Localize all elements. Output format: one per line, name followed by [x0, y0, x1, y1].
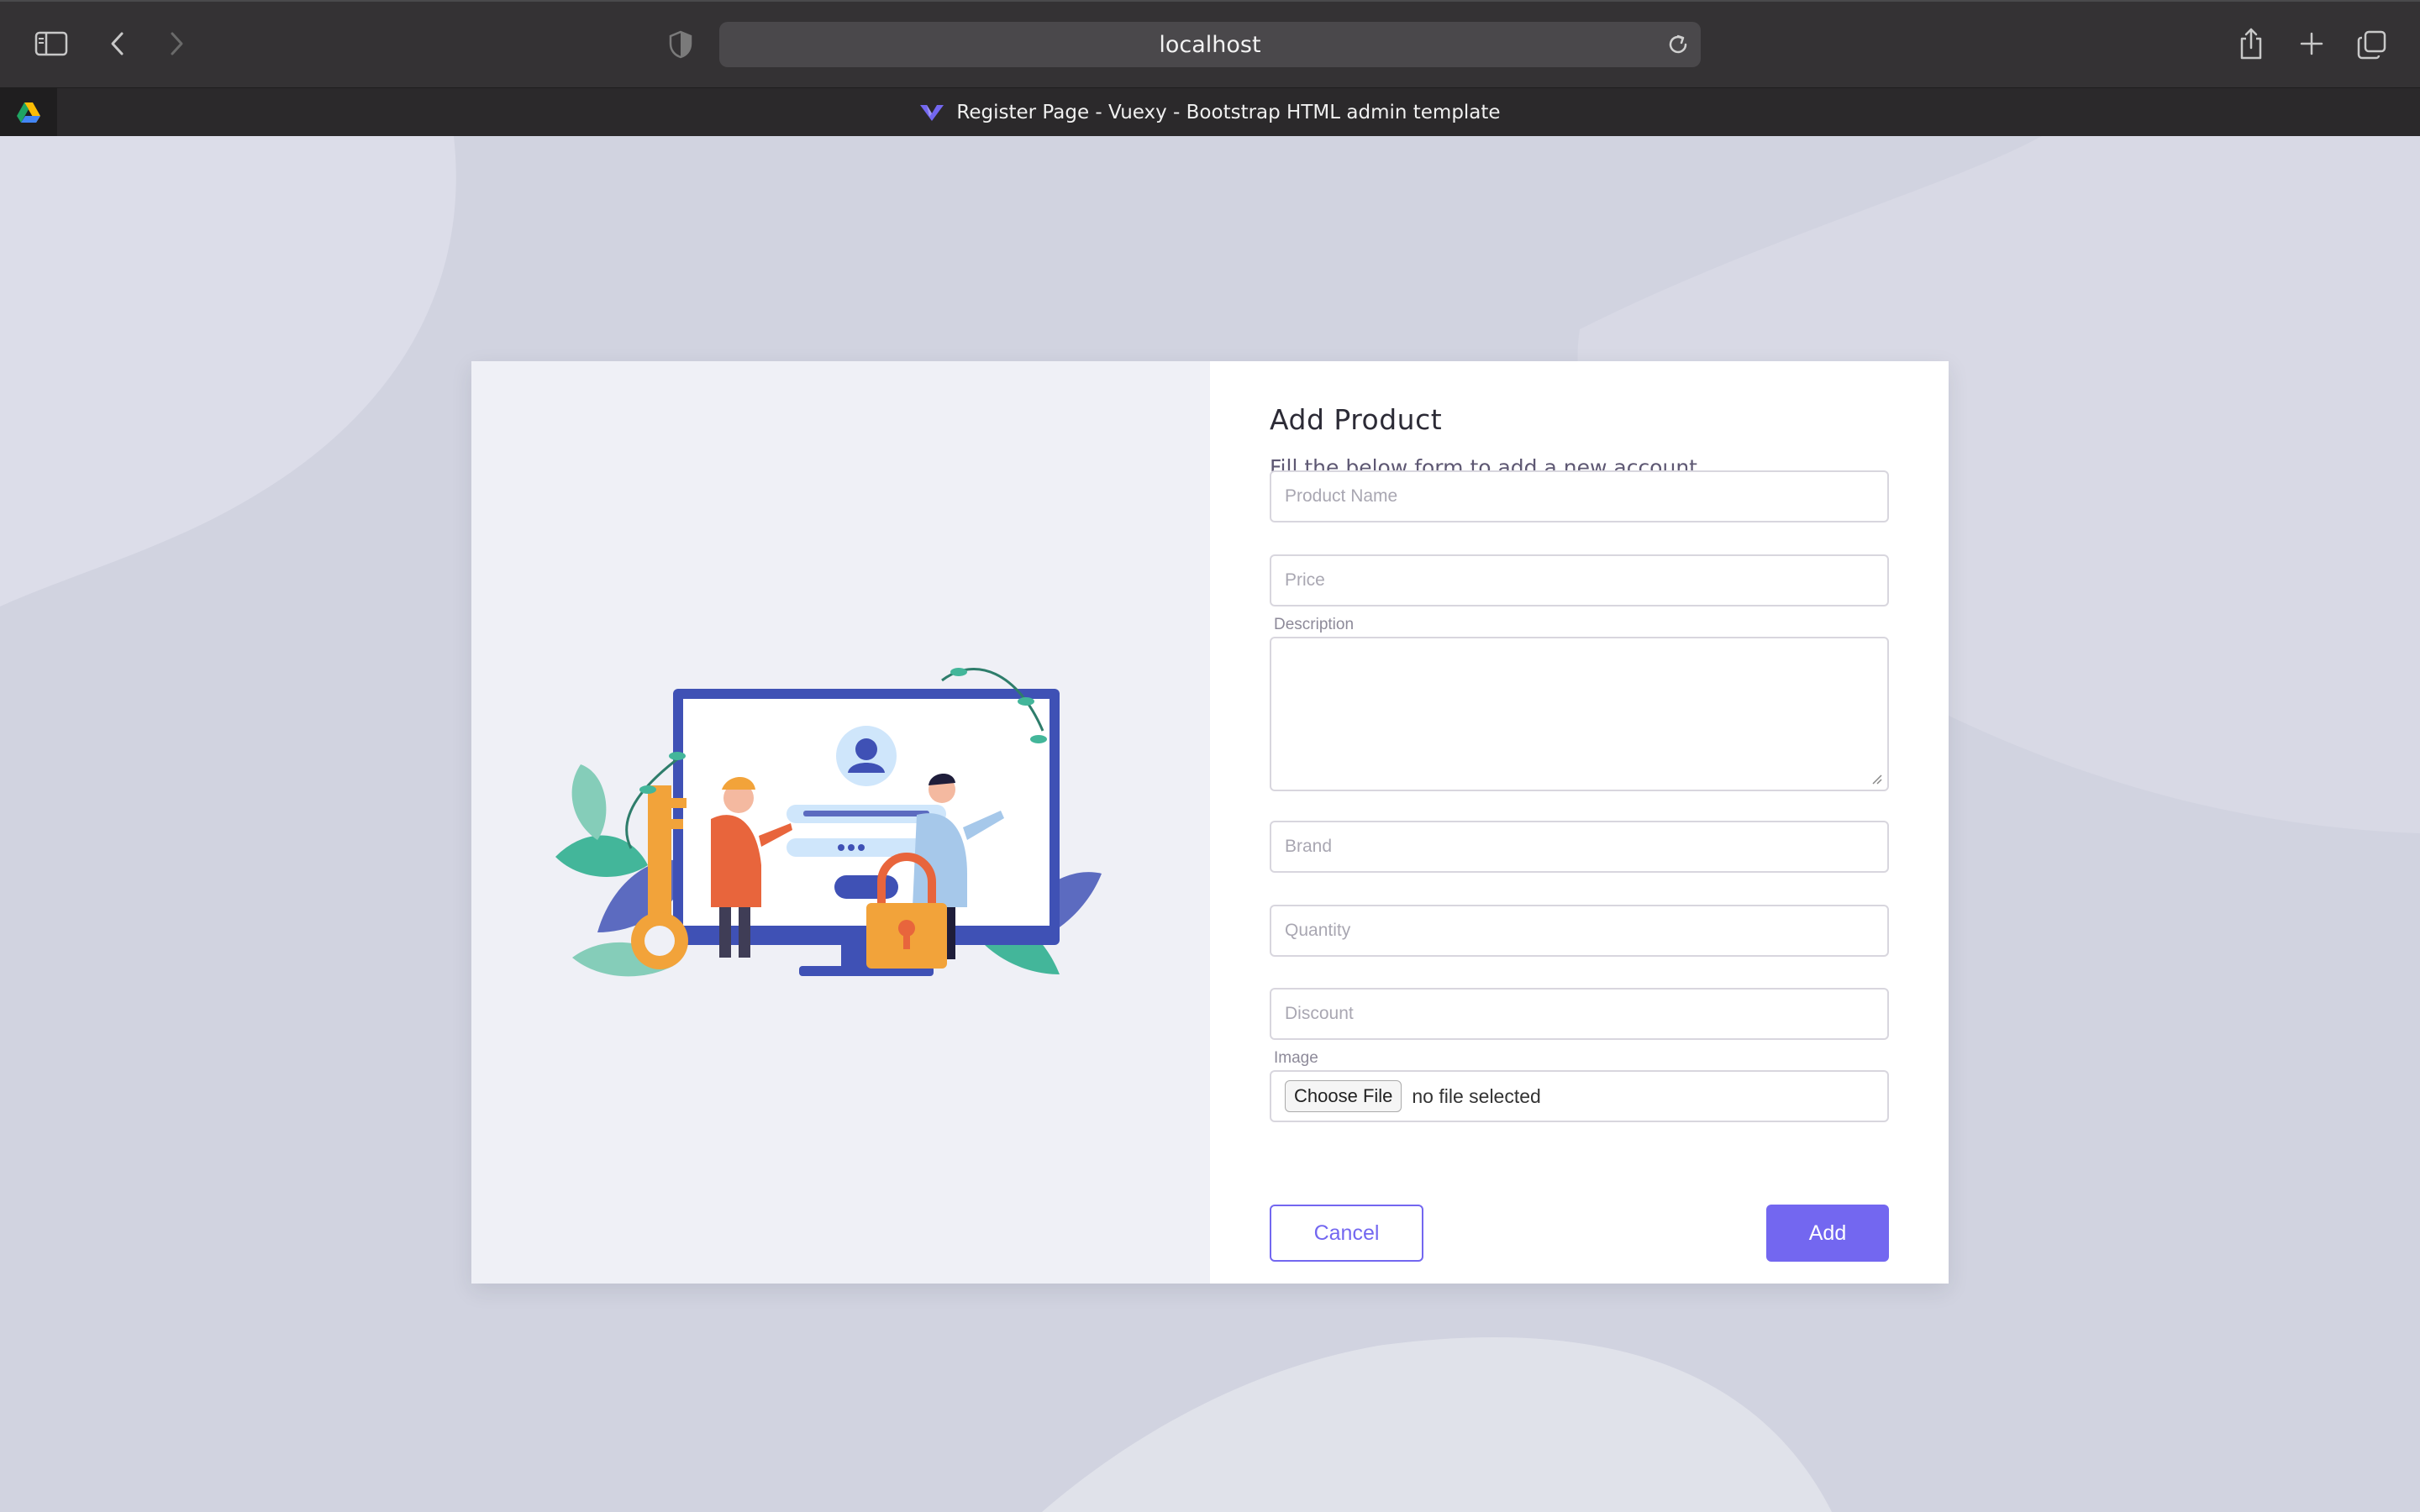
new-tab-icon[interactable] [2297, 29, 2326, 59]
address-bar[interactable]: localhost [719, 22, 1701, 67]
product-name-field [1270, 470, 1889, 522]
description-field: Description [1270, 613, 1889, 791]
vuexy-logo-icon [920, 105, 944, 121]
product-name-input[interactable] [1270, 470, 1889, 522]
register-illustration [555, 668, 1102, 977]
quantity-field [1270, 905, 1889, 957]
brand-field [1270, 821, 1889, 873]
file-status-text: no file selected [1412, 1084, 1541, 1107]
brand-input[interactable] [1270, 821, 1889, 873]
back-icon[interactable] [106, 29, 129, 59]
image-field: Image Choose File no file selected [1270, 1047, 1889, 1122]
active-tab[interactable]: Register Page - Vuexy - Bootstrap HTML a… [0, 88, 2420, 137]
image-label: Image [1274, 1049, 1318, 1067]
browser-toolbar: localhost [0, 0, 2420, 87]
sidebar-icon[interactable] [34, 29, 69, 59]
discount-input[interactable] [1270, 988, 1889, 1040]
share-icon[interactable] [2237, 25, 2265, 62]
forward-icon[interactable] [165, 29, 188, 59]
choose-file-button[interactable]: Choose File [1285, 1080, 1402, 1112]
tab-title-text: Register Page - Vuexy - Bootstrap HTML a… [956, 102, 1501, 123]
cancel-button[interactable]: Cancel [1270, 1205, 1423, 1262]
description-label: Description [1274, 616, 1355, 633]
url-text: localhost [1159, 31, 1261, 58]
price-input[interactable] [1270, 554, 1889, 606]
description-textarea[interactable] [1270, 637, 1889, 791]
discount-field [1270, 988, 1889, 1040]
quantity-input[interactable] [1270, 905, 1889, 957]
illustration-panel [471, 361, 1210, 1284]
shield-icon[interactable] [667, 29, 694, 60]
form-title: Add Product [1270, 403, 1443, 436]
add-product-form: Add Product Fill the below form to add a… [1210, 361, 1949, 1284]
resize-grip-icon[interactable] [1870, 773, 1882, 785]
tab-bar: Register Page - Vuexy - Bootstrap HTML a… [0, 87, 2420, 137]
add-product-card: Add Product Fill the below form to add a… [471, 361, 1949, 1284]
tab-overview-icon[interactable] [2356, 29, 2388, 60]
add-button[interactable]: Add [1766, 1205, 1889, 1262]
price-field [1270, 554, 1889, 606]
reload-icon[interactable] [1665, 32, 1691, 57]
page-content: Add Product Fill the below form to add a… [0, 136, 2420, 1512]
image-file-input[interactable]: Choose File no file selected [1270, 1070, 1889, 1122]
